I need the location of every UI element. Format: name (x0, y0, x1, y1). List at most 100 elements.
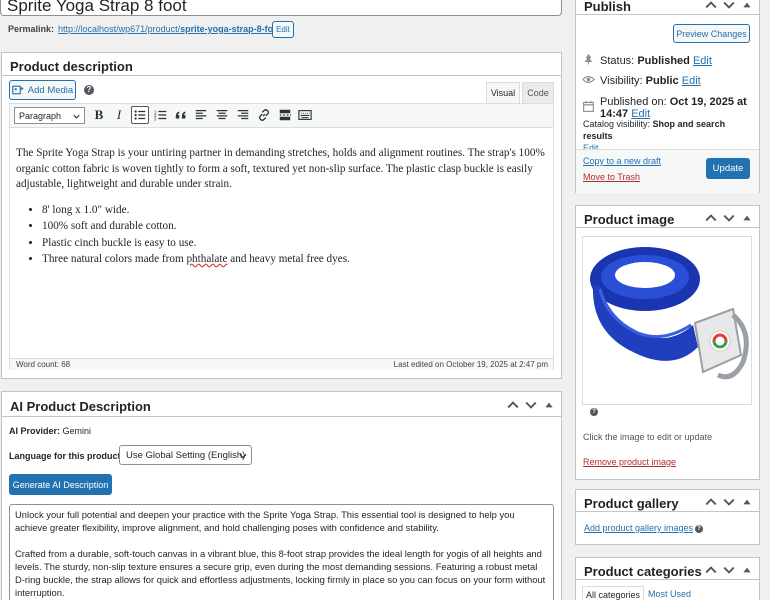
tab-code[interactable]: Code (522, 82, 554, 103)
tab-visual[interactable]: Visual (486, 82, 520, 103)
chevron-down-icon (525, 401, 537, 409)
toolbar-toggle-button[interactable] (296, 106, 314, 124)
blockquote-button[interactable] (172, 106, 190, 124)
bullet-list-icon (134, 110, 146, 120)
product-image-box: Product image ? Click the image to edit … (575, 205, 760, 480)
post-title-input[interactable]: Sprite Yoga Strap 8 foot (0, 0, 562, 16)
product-categories-header: Product categories (576, 558, 759, 580)
last-edited: Last edited on October 19, 2025 at 2:47 … (393, 360, 548, 369)
post-title-text: Sprite Yoga Strap 8 foot (7, 0, 187, 15)
gallery-help-icon[interactable]: ? (695, 525, 703, 533)
align-right-icon (237, 110, 249, 120)
move-up-button[interactable] (703, 210, 719, 226)
toggle-panel-button[interactable] (739, 562, 755, 578)
chevron-up-icon (705, 214, 717, 222)
read-more-button[interactable] (276, 106, 294, 124)
visibility-edit-link[interactable]: Edit (682, 75, 701, 87)
format-select[interactable]: Paragraph (14, 107, 85, 124)
chevron-down-icon (73, 112, 80, 122)
generate-ai-description-button[interactable]: Generate AI Description (9, 474, 112, 495)
language-select[interactable]: Use Global Setting (English) (119, 445, 252, 465)
caret-up-icon (743, 2, 751, 8)
move-to-trash-link[interactable]: Move to Trash (583, 172, 640, 182)
bullet-list-button[interactable] (131, 106, 149, 124)
toggle-panel-button[interactable] (739, 210, 755, 226)
caret-up-icon (743, 499, 751, 505)
product-image-thumbnail[interactable] (582, 236, 752, 405)
ai-output-paragraph: Crafted from a durable, soft-touch canva… (15, 548, 546, 598)
move-down-button[interactable] (721, 0, 737, 13)
quote-icon (175, 111, 186, 119)
remove-product-image-link[interactable]: Remove product image (583, 457, 676, 467)
move-up-button[interactable] (505, 397, 521, 413)
product-gallery-header: Product gallery (576, 490, 759, 512)
bullet-item: Three natural colors made from phthalate… (42, 252, 546, 268)
move-up-button[interactable] (703, 562, 719, 578)
product-description-title: Product description (10, 59, 133, 74)
misspelled-word[interactable]: phthalate (186, 253, 227, 265)
product-categories-title: Product categories (584, 564, 702, 579)
ai-description-header: AI Product Description (2, 392, 561, 417)
link-icon (258, 109, 270, 121)
bold-button[interactable]: B (90, 106, 108, 124)
bullet-item: 100% soft and durable cotton. (42, 219, 546, 235)
toggle-panel-button[interactable] (739, 0, 755, 13)
numbered-list-icon: 123 (154, 109, 167, 121)
product-gallery-box: Product gallery Add product gallery imag… (575, 489, 760, 545)
image-help-icon[interactable]: ? (590, 408, 598, 416)
toggle-panel-button[interactable] (541, 397, 557, 413)
ai-output-textarea[interactable]: Unlock your full potential and deepen yo… (9, 504, 554, 600)
chevron-up-icon (705, 566, 717, 574)
chevron-up-icon (705, 1, 717, 9)
format-select-value: Paragraph (19, 110, 62, 121)
numbered-list-button[interactable]: 123 (152, 106, 170, 124)
tab-most-used[interactable]: Most Used (648, 589, 691, 599)
language-label: Language for this product: (9, 451, 124, 461)
status-row: Status: Published Edit (582, 53, 712, 69)
caret-up-icon (743, 567, 751, 573)
tab-all-categories[interactable]: All categories (582, 586, 644, 600)
status-edit-link[interactable]: Edit (693, 55, 712, 67)
move-down-button[interactable] (721, 210, 737, 226)
preview-changes-button[interactable]: Preview Changes (673, 24, 750, 43)
visibility-row: Visibility: Public Edit (582, 73, 701, 89)
permalink-edit-button[interactable]: Edit (272, 21, 294, 38)
permalink-link[interactable]: http://localhost/wp671/product/sprite-yo… (58, 24, 284, 34)
add-gallery-images-link[interactable]: Add product gallery images (584, 523, 693, 533)
product-image-title: Product image (584, 212, 675, 227)
align-left-button[interactable] (192, 106, 210, 124)
chevron-up-icon (507, 401, 519, 409)
move-down-button[interactable] (523, 397, 539, 413)
move-up-button[interactable] (703, 0, 719, 13)
copy-to-draft-link[interactable]: Copy to a new draft (583, 156, 661, 166)
pin-icon (582, 53, 595, 69)
publish-title: Publish (584, 0, 631, 14)
move-down-button[interactable] (721, 562, 737, 578)
align-right-button[interactable] (234, 106, 252, 124)
calendar-icon (582, 100, 595, 116)
update-button[interactable]: Update (706, 158, 750, 179)
italic-button[interactable]: I (110, 106, 128, 124)
chevron-down-icon (723, 1, 735, 9)
chevron-up-icon (705, 498, 717, 506)
add-media-button[interactable]: Add Media (9, 80, 76, 100)
add-media-label: Add Media (27, 84, 74, 96)
svg-text:3: 3 (154, 116, 157, 121)
caret-up-icon (743, 215, 751, 221)
editor-content[interactable]: The Sprite Yoga Strap is your untiring p… (16, 146, 546, 268)
add-media-icon (11, 84, 24, 96)
move-up-button[interactable] (703, 494, 719, 510)
insert-link-button[interactable] (255, 106, 273, 124)
product-image-header: Product image (576, 206, 759, 228)
chevron-down-icon (239, 452, 247, 463)
toggle-panel-button[interactable] (739, 494, 755, 510)
publish-box: Publish Preview Changes Status: Publishe… (575, 0, 760, 193)
move-down-button[interactable] (721, 494, 737, 510)
ai-provider-row: AI Provider: Gemini (9, 426, 92, 436)
ai-provider-value: Gemini (62, 426, 92, 436)
align-left-icon (195, 110, 207, 120)
italic-icon: I (116, 107, 122, 122)
align-center-button[interactable] (213, 106, 231, 124)
help-icon[interactable]: ? (84, 85, 94, 95)
ai-description-title: AI Product Description (10, 399, 151, 414)
